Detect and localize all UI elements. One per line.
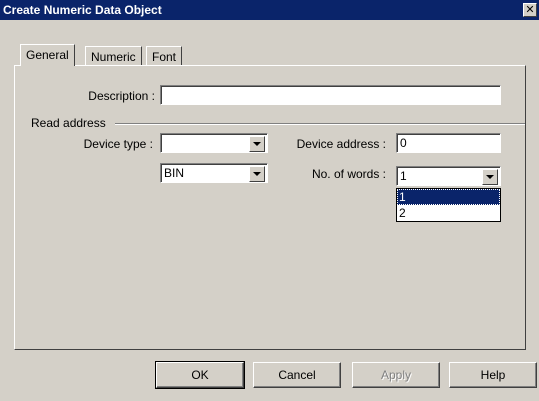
tab-font[interactable]: Font <box>146 46 183 66</box>
title-bar: Create Numeric Data Object ✕ <box>0 0 539 20</box>
help-button[interactable]: Help <box>449 362 537 388</box>
dropdown-option-1[interactable]: 1 <box>397 189 500 205</box>
no-of-words-dropdown: 1 2 <box>396 188 501 222</box>
tab-numeric[interactable]: Numeric <box>85 46 142 66</box>
cancel-button[interactable]: Cancel <box>253 362 341 388</box>
ok-button[interactable]: OK <box>155 361 245 389</box>
tab-general[interactable]: General <box>20 44 75 66</box>
window-title: Create Numeric Data Object <box>3 3 162 17</box>
close-icon[interactable]: ✕ <box>523 3 537 17</box>
tab-label: Font <box>152 50 177 64</box>
tab-label: General <box>26 48 69 62</box>
dropdown-option-2[interactable]: 2 <box>397 205 500 221</box>
apply-button[interactable]: Apply <box>352 362 440 388</box>
tab-label: Numeric <box>91 50 136 64</box>
read-address-group-label: Read address <box>31 116 109 130</box>
